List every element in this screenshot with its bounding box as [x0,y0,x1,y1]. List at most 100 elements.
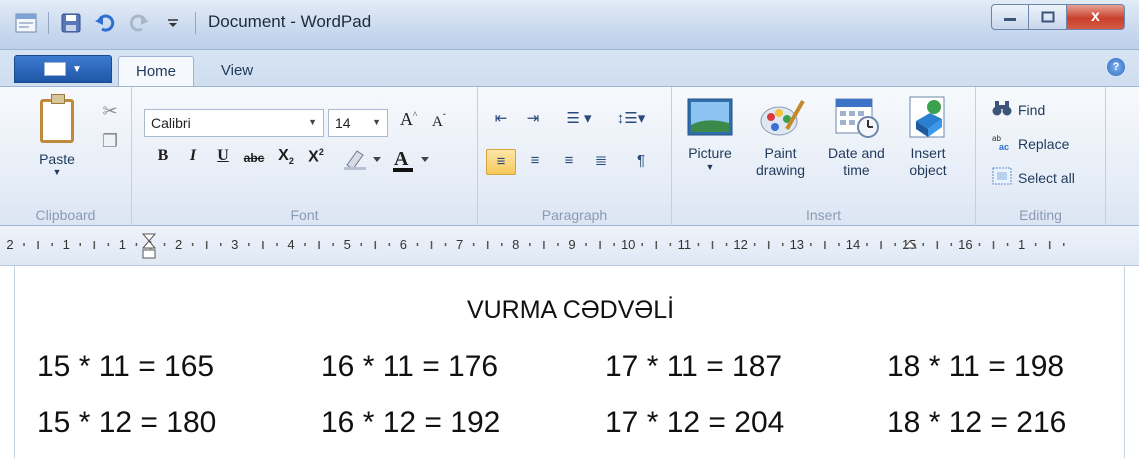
ruler-tick [416,243,419,246]
date-time-button[interactable]: Date and time [828,95,885,179]
ruler-tick [711,241,714,249]
bold-icon[interactable]: B [152,147,174,173]
paragraph-settings-icon[interactable]: ¶ [626,149,656,175]
ruler-tick [430,241,433,249]
chevron-down-icon: ▼ [308,117,317,127]
ruler-tick [388,243,391,246]
bullets-icon[interactable]: ☰ ▾ [556,107,602,133]
ruler-tick [585,243,587,246]
ruler-number: 11 [678,237,692,252]
ruler-number: 3 [231,237,238,252]
align-center-icon[interactable]: ≡ [520,149,550,175]
ruler[interactable]: 21123456789101112131415161 [0,226,1139,266]
ruler-number: 6 [400,237,407,252]
insert-object-button[interactable]: Insert object [904,95,952,179]
clipboard-icon [40,94,74,143]
ruler-tick [444,243,447,246]
select-all-icon [992,167,1012,188]
ruler-tick [23,243,25,246]
line-spacing-icon[interactable]: ↕☰▾ [608,107,654,133]
ruler-number: 1 [63,237,70,252]
paste-button[interactable]: Paste ▼ [30,94,84,189]
grow-font-icon[interactable]: A^ [400,109,417,130]
ruler-number: 5 [344,237,351,252]
help-icon[interactable]: ? [1107,58,1125,76]
group-label: Insert [805,207,841,223]
ruler-tick [978,243,981,246]
superscript-icon[interactable]: X2 [304,147,328,173]
date-time-label: Date and time [828,145,885,178]
ruler-number: 9 [568,237,575,252]
menu-icon [44,62,67,76]
copy-icon[interactable]: ❐ [100,131,120,151]
clipboard-group: Paste ▼ ✂ ❐ Clipboard [0,87,132,227]
picture-label: Picture [688,145,732,161]
redo-icon[interactable] [127,11,151,35]
tab-view[interactable]: View [202,56,272,86]
paint-palette-icon [760,100,805,136]
ruler-tick [767,241,770,249]
increase-indent-icon[interactable]: ⇥ [518,107,548,133]
find-label: Find [1018,101,1046,118]
replace-button[interactable]: ab ac Replace [992,133,1069,154]
subscript-icon[interactable]: X2 [274,147,298,173]
ruler-tick [880,241,882,249]
decrease-indent-icon[interactable]: ⇤ [486,107,516,133]
ruler-tick [810,243,812,246]
group-label: Font [290,207,319,223]
ruler-tick [529,243,531,246]
group-label: Editing [1019,207,1062,223]
ruler-tick [557,243,559,246]
svg-text:ac: ac [999,142,1009,151]
document-area[interactable]: VURMA CƏDVƏLİ 15 * 11 = 165 16 * 11 = 17… [14,266,1125,458]
ruler-number: 14 [846,237,860,252]
paint-drawing-button[interactable]: Paint drawing [756,95,805,179]
wordpad-app-icon[interactable] [14,11,38,35]
strikethrough-icon[interactable]: abc [240,151,268,177]
svg-text:A: A [394,148,409,170]
document-heading: VURMA CƏDVƏLİ [466,296,675,324]
ruler-tick [838,243,840,246]
cut-icon[interactable]: ✂ [100,101,120,121]
ruler-tick [318,241,320,249]
ruler-tick [1034,243,1037,246]
highlight-color-icon[interactable] [340,147,386,173]
ruler-tick [501,243,503,246]
ruler-tick [613,243,615,246]
ruler-tick [472,243,475,246]
application-menu-button[interactable]: ▼ [14,55,112,83]
select-all-button[interactable]: Select all [992,167,1075,188]
ruler-tick [950,243,953,246]
find-button[interactable]: Find [992,99,1045,120]
ruler-tick [1006,243,1009,246]
ruler-tick [824,241,826,249]
underline-icon[interactable]: U [212,147,234,173]
picture-button[interactable]: Picture ▼ [686,95,734,172]
customize-toolbar-icon[interactable] [161,11,185,35]
save-icon[interactable] [59,11,83,35]
ruler-number: 12 [733,237,747,252]
window-title: Document - WordPad [208,12,372,31]
minimize-button[interactable] [991,4,1029,30]
paragraph-group: ⇤ ⇥ ☰ ▾ ↕☰▾ ≡ ≡ ≡ ≣ ¶ Paragraph [478,87,672,227]
font-size-select[interactable]: 14 ▼ [328,109,388,137]
close-button[interactable]: x [1067,4,1125,30]
italic-icon[interactable]: I [182,147,204,173]
tab-home[interactable]: Home [118,56,194,86]
text-color-icon[interactable]: A [390,147,436,173]
ruler-number: 7 [456,237,463,252]
ruler-tick [276,243,278,246]
justify-icon[interactable]: ≣ [586,149,616,175]
ruler-tick [191,243,194,246]
ruler-number: 1 [119,237,126,252]
font-family-select[interactable]: Calibri ▼ [144,109,324,137]
ruler-tick [360,243,362,246]
undo-icon[interactable] [93,11,117,35]
align-left-icon[interactable]: ≡ [486,149,516,175]
chevron-down-icon: ▼ [372,117,381,127]
shrink-font-icon[interactable]: Aˇ [432,112,446,131]
ruler-tick [725,243,728,246]
maximize-button[interactable] [1029,4,1067,30]
indent-marker-icon[interactable] [141,233,157,259]
align-right-icon[interactable]: ≡ [554,149,584,175]
